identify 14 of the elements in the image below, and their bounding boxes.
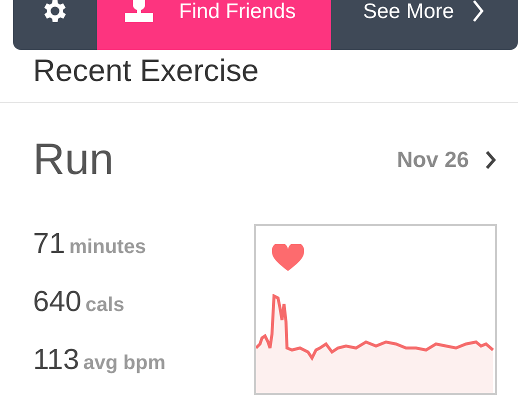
stat-value: 640 bbox=[33, 286, 82, 319]
activity-title: Run bbox=[33, 135, 114, 185]
stat-value: 113 bbox=[33, 344, 80, 377]
stat-unit: minutes bbox=[69, 236, 146, 259]
chevron-right-icon[interactable] bbox=[485, 151, 496, 169]
heart-icon bbox=[272, 244, 304, 272]
activity-date: Nov 26 bbox=[396, 147, 469, 173]
find-friends-button[interactable]: Find Friends bbox=[97, 0, 331, 50]
chevron-right-icon bbox=[472, 0, 484, 22]
stat-value: 71 bbox=[33, 228, 66, 261]
stat-unit: avg bpm bbox=[83, 352, 166, 375]
see-more-button[interactable]: See More bbox=[331, 0, 518, 50]
stat-unit: cals bbox=[85, 294, 124, 317]
section-title: Recent Exercise bbox=[33, 54, 260, 88]
